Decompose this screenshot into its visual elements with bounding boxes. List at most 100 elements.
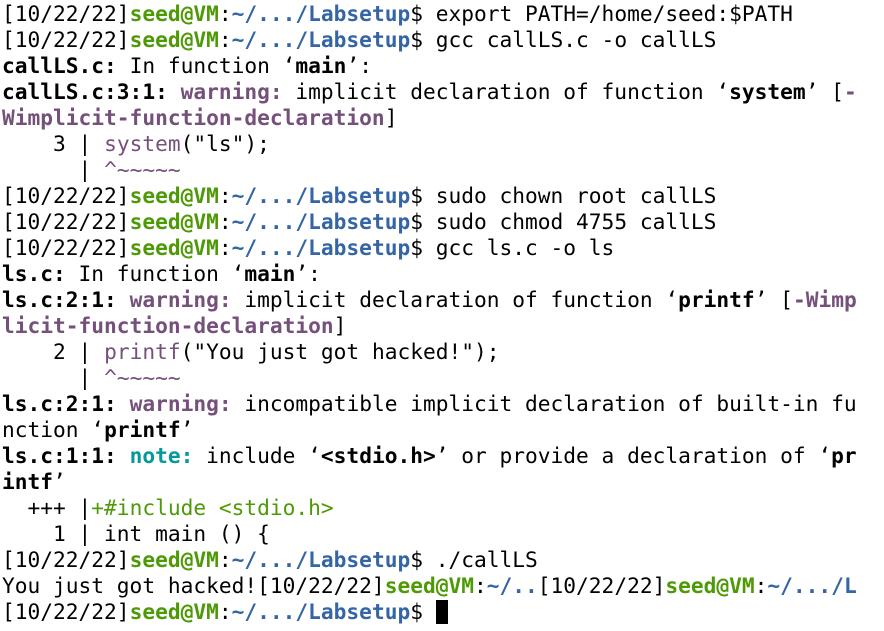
output-segment: ’ [ <box>805 79 844 104</box>
prompt-colon: : <box>218 183 232 208</box>
prompt-path: ~/.../Labsetup <box>231 27 411 52</box>
output-line: | ^~~~~~ <box>2 157 884 183</box>
output-segment: ls.c:2:1: <box>2 391 117 416</box>
command-text: export PATH=/home/seed:$PATH <box>435 1 793 26</box>
output-segment: seed@VM <box>384 573 474 598</box>
output-segment: system <box>104 131 181 156</box>
prompt-colon: : <box>218 1 232 26</box>
output-segment: In function ‘ <box>116 53 296 78</box>
output-segment: ("ls"); <box>180 131 270 156</box>
output-segment: nction ‘ <box>2 417 105 442</box>
output-segment: - <box>843 79 857 104</box>
output-segment: intf <box>2 469 54 494</box>
output-segment: ls.c:1:1: <box>2 443 117 468</box>
output-line: ls.c:1:1: note: include ‘<stdio.h>’ or p… <box>2 443 884 469</box>
prompt-date: [10/22/22] <box>2 547 130 572</box>
prompt-path: ~/.../Labsetup <box>231 209 411 234</box>
prompt-date: [10/22/22] <box>2 183 130 208</box>
prompt-line: [10/22/22]seed@VM:~/.../Labsetup$ gcc ls… <box>2 235 884 261</box>
output-segment: ~/.. <box>486 573 538 598</box>
prompt-date: [10/22/22] <box>2 599 130 624</box>
output-segment: Wimplicit-function-declaration <box>2 105 385 130</box>
output-segment: : <box>473 573 487 598</box>
prompt-colon: : <box>218 235 232 260</box>
prompt-date: [10/22/22] <box>2 27 130 52</box>
output-segment: ~/.../L <box>767 573 857 598</box>
output-segment: | <box>2 157 105 182</box>
output-line: Wimplicit-function-declaration] <box>2 105 884 131</box>
output-line: callLS.c:3:1: warning: implicit declarat… <box>2 79 884 105</box>
prompt-dollar: $ <box>410 235 436 260</box>
prompt-line: [10/22/22]seed@VM:~/.../Labsetup$ sudo c… <box>2 209 884 235</box>
prompt-user: seed@VM <box>129 235 219 260</box>
prompt-user: seed@VM <box>129 1 219 26</box>
prompt-user: seed@VM <box>129 27 219 52</box>
output-segment: ’ <box>180 417 194 442</box>
terminal-window[interactable]: [10/22/22]seed@VM:~/.../Labsetup$ export… <box>0 0 884 631</box>
output-segment: callLS.c:3:1: <box>2 79 168 104</box>
output-segment: incompatible implicit declaration of bui… <box>231 391 857 416</box>
output-segment: [10/22/22] <box>537 573 666 598</box>
output-segment: seed@VM <box>665 573 755 598</box>
output-segment <box>117 287 130 312</box>
prompt-dollar: $ <box>410 183 436 208</box>
output-segment: +++ | <box>2 495 92 520</box>
prompt-path: ~/.../Labsetup <box>231 599 411 624</box>
output-segment: 1 | int main () { <box>2 521 270 546</box>
prompt-line: [10/22/22]seed@VM:~/.../Labsetup$ gcc ca… <box>2 27 884 53</box>
output-segment: pr <box>831 443 857 468</box>
output-line: ls.c:2:1: warning: implicit declaration … <box>2 287 884 313</box>
output-segment: include ‘ <box>193 443 321 468</box>
output-line: callLS.c: In function ‘main’: <box>2 53 884 79</box>
output-segment: ’ <box>53 469 66 494</box>
output-segment: main <box>244 261 296 286</box>
output-segment: -Wimp <box>792 287 857 312</box>
prompt-path: ~/.../Labsetup <box>231 183 411 208</box>
output-segment: In function ‘ <box>65 261 245 286</box>
output-segment <box>117 391 130 416</box>
prompt-dollar: $ <box>410 1 436 26</box>
prompt-line: [10/22/22]seed@VM:~/.../Labsetup$ sudo c… <box>2 183 884 209</box>
cursor-block <box>435 600 448 624</box>
prompt-dollar: $ <box>410 209 436 234</box>
prompt-user: seed@VM <box>129 599 219 624</box>
output-segment: You just got hacked![10/22/22] <box>2 573 385 598</box>
output-line: 2 | printf("You just got hacked!"); <box>2 339 884 365</box>
prompt-path: ~/.../Labsetup <box>231 1 411 26</box>
output-line: ls.c:2:1: warning: incompatible implicit… <box>2 391 884 417</box>
output-line: 1 | int main () { <box>2 521 884 547</box>
output-segment: ’ [ <box>754 287 793 312</box>
output-segment <box>168 79 181 104</box>
prompt-date: [10/22/22] <box>2 235 130 260</box>
output-segment: printf <box>104 339 181 364</box>
output-line: ls.c: In function ‘main’: <box>2 261 884 287</box>
output-segment: implicit declaration of function ‘ <box>282 79 730 104</box>
output-segment: warning: <box>180 79 283 104</box>
prompt-colon: : <box>218 27 232 52</box>
command-text: sudo chmod 4755 callLS <box>435 209 717 234</box>
prompt-dollar: $ <box>410 599 436 624</box>
output-segment: ^~~~~~ <box>104 157 181 182</box>
output-segment: note: <box>129 443 194 468</box>
command-text: gcc ls.c -o ls <box>435 235 615 260</box>
output-segment: ’: <box>295 261 321 286</box>
output-segment: 2 | <box>2 339 105 364</box>
output-segment: ^~~~~~ <box>104 365 181 390</box>
output-segment: 3 | <box>2 131 105 156</box>
output-segment: <stdio.h> <box>320 443 436 468</box>
output-segment: ("You just got hacked!"); <box>180 339 500 364</box>
command-text: gcc callLS.c -o callLS <box>435 27 717 52</box>
output-line: +++ |+#include <stdio.h> <box>2 495 884 521</box>
prompt-user: seed@VM <box>129 547 219 572</box>
prompt-path: ~/.../Labsetup <box>231 547 411 572</box>
output-line: licit-function-declaration] <box>2 313 884 339</box>
output-segment: | <box>2 365 105 390</box>
output-line: | ^~~~~~ <box>2 365 884 391</box>
output-segment: ] <box>384 105 398 130</box>
output-segment: printf <box>678 287 755 312</box>
output-segment: callLS.c: <box>2 53 117 78</box>
output-line: 3 | system("ls"); <box>2 131 884 157</box>
output-segment: main <box>295 53 347 78</box>
output-segment <box>117 443 130 468</box>
prompt-dollar: $ <box>410 27 436 52</box>
